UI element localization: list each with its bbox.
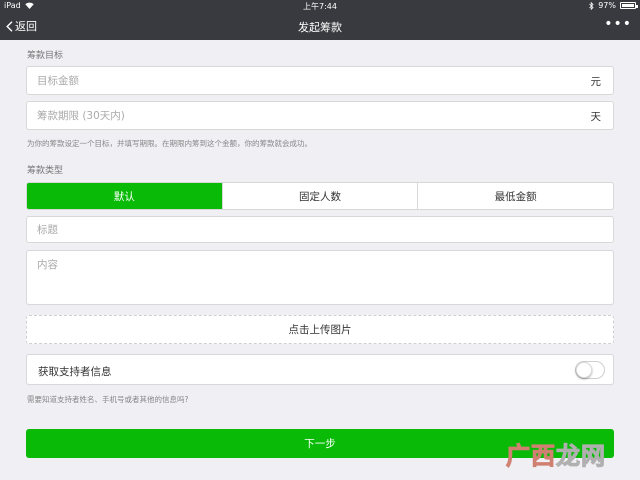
supporter-info-row: 获取支持者信息: [26, 354, 614, 385]
type-section-label: 筹款类型: [27, 166, 64, 176]
type-option-fixed-count[interactable]: 固定人数: [221, 183, 418, 209]
type-option-default[interactable]: 默认: [27, 183, 222, 209]
status-right: 97%: [589, 1, 638, 10]
period-field-container: 天: [26, 101, 614, 130]
next-button-label: 下一步: [304, 438, 336, 450]
nav-bar: 返回 发起筹款 •••: [0, 12, 640, 40]
watermark-main-text: 龙网: [556, 441, 606, 471]
chevron-left-icon: [6, 20, 13, 32]
status-time: 上午7:44: [303, 2, 337, 11]
goal-hint: 为你的筹款设定一个目标，并填写期限。在期限内筹到这个金额，你的筹款就会成功。: [27, 139, 312, 148]
watermark-logo: 广西龙网: [506, 436, 606, 471]
content-field-container: [26, 250, 614, 305]
type-option-min-amount[interactable]: 最低金额: [417, 183, 613, 209]
status-bar: iPad 上午7:44 97%: [0, 0, 640, 12]
supporter-hint: 需要知道支持者姓名、手机号或者其他的信息吗?: [27, 395, 189, 404]
toggle-knob: [576, 362, 592, 378]
supporter-info-toggle[interactable]: [575, 361, 605, 379]
period-unit: 天: [590, 111, 602, 123]
supporter-info-label: 获取支持者信息: [38, 366, 112, 378]
back-label: 返回: [15, 20, 37, 33]
upload-image-button[interactable]: 点击上传图片: [26, 315, 614, 344]
title-field-container: [26, 216, 614, 243]
more-button[interactable]: •••: [604, 16, 632, 32]
amount-unit: 元: [590, 76, 602, 88]
goal-section-label: 筹款目标: [27, 51, 64, 61]
type-segmented-control: 默认 固定人数 最低金额: [26, 182, 614, 210]
battery-percent: 97%: [598, 1, 616, 10]
battery-icon: [620, 2, 638, 9]
content-textarea[interactable]: [37, 257, 603, 301]
period-input[interactable]: [37, 108, 577, 124]
page-title: 发起筹款: [298, 21, 342, 34]
watermark-accent-text: 广西: [506, 441, 556, 471]
bluetooth-icon: [589, 1, 594, 10]
amount-field-container: 元: [26, 66, 614, 95]
amount-input[interactable]: [37, 73, 577, 89]
title-input[interactable]: [37, 222, 597, 238]
upload-image-label: 点击上传图片: [288, 324, 352, 336]
back-button[interactable]: 返回: [6, 18, 37, 34]
